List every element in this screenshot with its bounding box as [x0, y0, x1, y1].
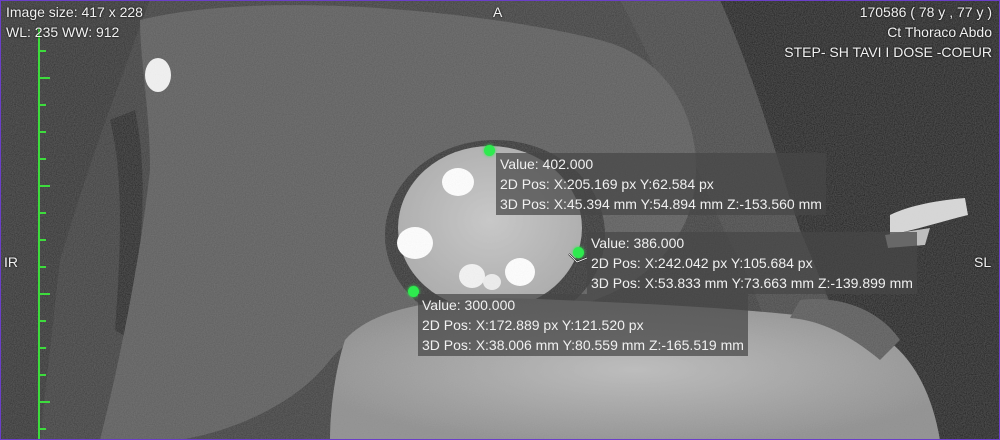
ct-scan-image[interactable] — [0, 0, 1000, 440]
ruler-tick — [38, 77, 50, 79]
roi-3d-position: 3D Pos: X:45.394 mm Y:54.894 mm Z:-153.5… — [500, 196, 822, 212]
roi-value: Value: 300.000 — [422, 297, 516, 313]
roi-3d-position: 3D Pos: X:53.833 mm Y:73.663 mm Z:-139.8… — [591, 275, 913, 291]
orientation-right-label: SL — [974, 254, 992, 270]
ruler-tick — [38, 293, 50, 295]
patient-id-label: 170586 ( 78 y , 77 y ) — [859, 4, 992, 20]
roi-annotation-1[interactable]: Value: 402.000 2D Pos: X:205.169 px Y:62… — [496, 153, 826, 215]
roi-value: Value: 386.000 — [591, 235, 685, 251]
roi-annotation-2[interactable]: Value: 386.000 2D Pos: X:242.042 px Y:10… — [587, 232, 917, 294]
roi-value: Value: 402.000 — [500, 156, 594, 172]
ruler-tick — [38, 212, 46, 214]
window-level-label: WL: 235 WW: 912 — [6, 24, 120, 40]
roi-2d-position: 2D Pos: X:205.169 px Y:62.584 px — [500, 176, 714, 192]
ruler-tick — [38, 374, 46, 376]
ruler-tick — [38, 401, 50, 403]
ruler-tick — [38, 104, 46, 106]
roi-cursor-icon — [568, 253, 588, 264]
ruler-tick — [38, 185, 50, 187]
roi-point-marker-1[interactable] — [484, 145, 495, 156]
ruler-tick — [38, 131, 46, 133]
roi-annotation-3[interactable]: Value: 300.000 2D Pos: X:172.889 px Y:12… — [418, 294, 748, 356]
ruler-tick — [38, 320, 46, 322]
orientation-top-label: A — [493, 4, 503, 20]
ct-viewport[interactable]: Image size: 417 x 228 WL: 235 WW: 912 A … — [0, 0, 1000, 440]
ruler-tick — [38, 266, 46, 268]
ruler-tick — [38, 50, 46, 52]
series-description-label: STEP- SH TAVI I DOSE -COEUR — [784, 44, 992, 60]
ruler-tick — [38, 158, 46, 160]
image-size-label: Image size: 417 x 228 — [6, 4, 143, 20]
scale-ruler — [38, 28, 40, 440]
roi-2d-position: 2D Pos: X:242.042 px Y:105.684 px — [591, 255, 813, 271]
study-description-label: Ct Thoraco Abdo — [887, 24, 992, 40]
roi-3d-position: 3D Pos: X:38.006 mm Y:80.559 mm Z:-165.5… — [422, 337, 744, 353]
ruler-tick — [38, 239, 46, 241]
orientation-left-label: IR — [4, 254, 18, 270]
roi-2d-position: 2D Pos: X:172.889 px Y:121.520 px — [422, 317, 644, 333]
ruler-tick — [38, 347, 46, 349]
ruler-tick — [38, 428, 46, 430]
